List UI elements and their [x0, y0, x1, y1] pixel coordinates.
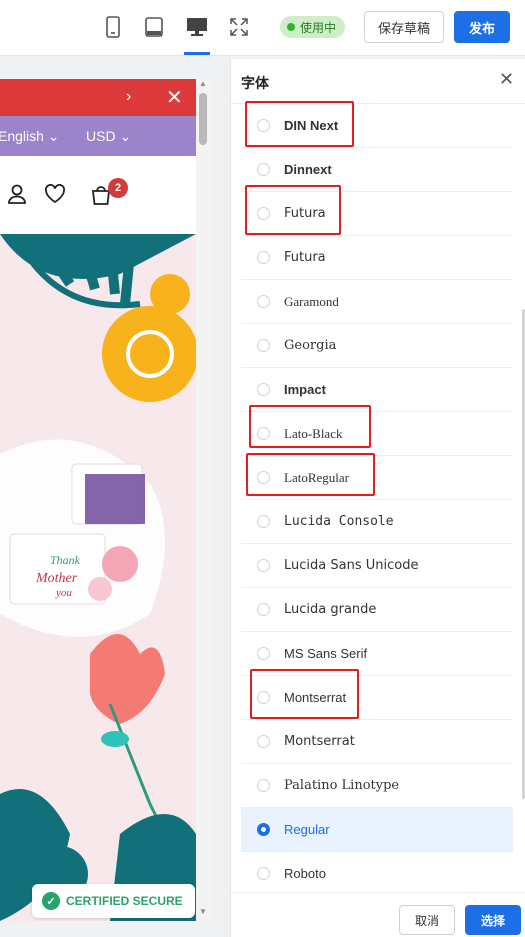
scroll-down-icon[interactable]: ▼: [199, 907, 207, 916]
heart-icon[interactable]: [44, 184, 66, 209]
certified-label: CERTIFIED SECURE: [66, 894, 183, 908]
font-option[interactable]: Georgia: [241, 324, 513, 368]
chevron-right-icon[interactable]: ›: [126, 88, 131, 106]
radio-button[interactable]: [257, 779, 270, 792]
card-text-mother: Mother: [35, 571, 78, 586]
font-option[interactable]: Lucida grande: [241, 588, 513, 632]
font-picker-panel: 字体 ✕ DIN Next Dinnext Futura Futura Gara…: [230, 59, 525, 937]
font-label: Montserrat: [284, 690, 347, 705]
font-label: Futura: [284, 206, 326, 221]
font-label: Roboto: [284, 866, 326, 881]
desktop-icon[interactable]: [184, 14, 210, 40]
status-dot: [287, 23, 295, 31]
font-label: Georgia: [284, 338, 337, 353]
close-icon[interactable]: ✕: [499, 69, 514, 90]
card-text-you: you: [55, 587, 72, 599]
radio-button[interactable]: [257, 691, 270, 704]
radio-button[interactable]: [257, 295, 270, 308]
user-icon[interactable]: [8, 184, 26, 209]
locale-bar: English ⌄ USD ⌄: [0, 116, 196, 156]
font-label: LatoRegular: [284, 469, 349, 485]
radio-button[interactable]: [257, 515, 270, 528]
font-option[interactable]: Lato-Black: [241, 412, 513, 456]
save-draft-button[interactable]: 保存草稿: [364, 11, 444, 43]
font-option[interactable]: Impact: [241, 368, 513, 412]
cart-count-badge: 2: [108, 178, 128, 198]
store-header: 2: [0, 156, 196, 234]
radio-button[interactable]: [257, 559, 270, 572]
top-toolbar: 使用中 保存草稿 发布: [0, 0, 525, 56]
font-option[interactable]: DIN Next: [241, 104, 513, 148]
radio-button[interactable]: [257, 119, 270, 132]
select-button[interactable]: 选择: [465, 905, 521, 935]
font-option[interactable]: Montserrat: [241, 720, 513, 764]
radio-button[interactable]: [257, 427, 270, 440]
font-label: Garamond: [284, 293, 339, 309]
status-badge: 使用中: [280, 16, 346, 38]
font-label: DIN Next: [284, 118, 339, 133]
font-label: MS Sans Serif: [284, 646, 368, 661]
hero-banner-image: Thank Mother you: [0, 234, 196, 921]
font-option[interactable]: MS Sans Serif: [241, 632, 513, 676]
font-label: Montserrat: [284, 734, 355, 749]
radio-button[interactable]: [257, 163, 270, 176]
panel-footer: 取消 选择: [231, 892, 525, 937]
store-preview: › ✕ English ⌄ USD ⌄ 2 Thank Mother you ✓…: [0, 79, 196, 921]
radio-button[interactable]: [257, 471, 270, 484]
font-option[interactable]: Futura: [241, 236, 513, 280]
font-list: DIN Next Dinnext Futura Futura Garamond …: [241, 104, 513, 896]
font-option[interactable]: Roboto: [241, 852, 513, 896]
publish-button[interactable]: 发布: [454, 11, 510, 43]
radio-button-checked[interactable]: [257, 823, 270, 836]
radio-button[interactable]: [257, 251, 270, 264]
font-label: Regular: [284, 822, 330, 837]
radio-button[interactable]: [257, 383, 270, 396]
radio-button[interactable]: [257, 207, 270, 220]
panel-title: 字体: [241, 75, 269, 91]
font-option[interactable]: Garamond: [241, 280, 513, 324]
radio-button[interactable]: [257, 339, 270, 352]
certified-secure-badge: ✓ CERTIFIED SECURE: [32, 884, 195, 918]
tablet-icon[interactable]: [141, 14, 167, 40]
font-option[interactable]: Palatino Linotype: [241, 764, 513, 808]
font-option[interactable]: Dinnext: [241, 148, 513, 192]
font-option[interactable]: Lucida Console: [241, 500, 513, 544]
cancel-button[interactable]: 取消: [399, 905, 455, 935]
font-label: Lucida Sans Unicode: [284, 558, 419, 573]
font-label: Lucida Console: [284, 514, 394, 529]
shield-check-icon: ✓: [42, 892, 60, 910]
font-label: Lato-Black: [284, 425, 343, 441]
font-label: Futura: [284, 250, 326, 265]
currency-selector[interactable]: USD ⌄: [86, 128, 131, 145]
radio-button[interactable]: [257, 603, 270, 616]
preview-scrollbar[interactable]: ▲ ▼: [196, 79, 210, 921]
radio-button[interactable]: [257, 647, 270, 660]
status-label: 使用中: [300, 20, 337, 35]
font-option[interactable]: LatoRegular: [241, 456, 513, 500]
active-device-indicator: [184, 52, 210, 55]
font-label: Palatino Linotype: [284, 778, 400, 793]
language-selector[interactable]: English ⌄: [0, 128, 60, 145]
close-icon[interactable]: ✕: [166, 85, 183, 110]
font-option-selected[interactable]: Regular: [241, 808, 513, 852]
radio-button[interactable]: [257, 867, 270, 880]
font-option[interactable]: Futura: [241, 192, 513, 236]
font-label: Impact: [284, 382, 326, 397]
scroll-up-icon[interactable]: ▲: [199, 79, 207, 88]
phone-icon[interactable]: [100, 14, 126, 40]
scrollbar-thumb[interactable]: [199, 93, 207, 145]
announcement-bar: › ✕: [0, 79, 196, 116]
font-label: Dinnext: [284, 162, 332, 177]
font-label: Lucida grande: [284, 602, 377, 617]
radio-button[interactable]: [257, 735, 270, 748]
font-option[interactable]: Lucida Sans Unicode: [241, 544, 513, 588]
fullscreen-icon[interactable]: [226, 14, 252, 40]
font-option[interactable]: Montserrat: [241, 676, 513, 720]
card-text-thank: Thank: [50, 553, 81, 567]
